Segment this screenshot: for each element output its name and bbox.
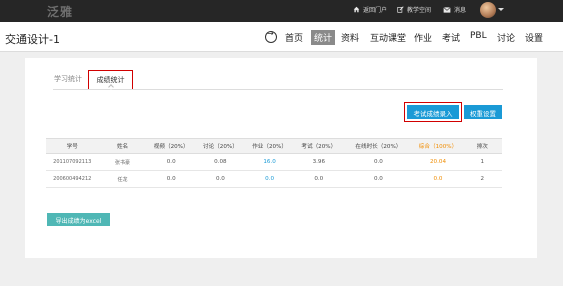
mail-icon	[443, 6, 451, 13]
column-header: 姓名	[98, 138, 147, 154]
video-score: 0.0	[146, 170, 196, 188]
nav-pbl[interactable]: PBL	[470, 31, 487, 41]
column-header: 在线时长（20%）	[343, 138, 414, 154]
online-time-score: 0.0	[343, 170, 414, 188]
total-score: 20.04	[413, 153, 463, 171]
rank: 1	[462, 153, 502, 171]
brand-logo[interactable]: 泛雅	[47, 3, 73, 20]
top-bar: 泛雅 返回门户 教学空间 消息	[0, 0, 563, 22]
column-header: 学号	[46, 138, 99, 154]
table-header-row: 学号 姓名 视频（20%） 讨论（20%） 作业（20%） 考试（20%） 在线…	[46, 138, 502, 154]
nav-resources[interactable]: 资料	[341, 31, 359, 44]
video-score: 0.0	[146, 153, 196, 171]
column-header: 考试（20%）	[294, 138, 344, 154]
rank: 2	[462, 170, 502, 188]
column-header: 讨论（20%）	[195, 138, 245, 154]
course-header: 交通设计-1 首页 统计 资料 互动课堂 作业 考试 PBL 讨论 设置	[0, 22, 563, 52]
course-title: 交通设计-1	[5, 33, 60, 46]
statistics-panel: 学习统计 成绩统计 考试成绩录入 权重设置 学号 姓名 视频（20%） 讨论（2…	[25, 58, 537, 258]
exam-score: 3.96	[294, 153, 344, 171]
export-excel-button[interactable]: 导出成绩为excel	[47, 213, 110, 226]
tab-learning-stats[interactable]: 学习统计	[54, 74, 82, 84]
student-name: 张书豪	[98, 153, 147, 171]
student-id: 200600494212	[46, 170, 99, 188]
nav-statistics[interactable]: 统计	[311, 30, 336, 45]
table-row: 201107092113 张书豪 0.0 0.08 16.0 3.96 0.0 …	[46, 153, 502, 171]
nav-interactive-class[interactable]: 互动课堂	[370, 31, 406, 44]
nav-settings[interactable]: 设置	[525, 31, 543, 44]
total-score: 0.0	[413, 170, 463, 188]
student-id: 201107092113	[46, 153, 99, 171]
score-table: 学号 姓名 视频（20%） 讨论（20%） 作业（20%） 考试（20%） 在线…	[46, 138, 502, 188]
table-row: 200600494212 任龙 0.0 0.0 0.0 0.0 0.0 0.0 …	[46, 170, 502, 188]
nav-home[interactable]: 首页	[285, 31, 303, 44]
online-time-score: 0.0	[343, 153, 414, 171]
homework-score[interactable]: 16.0	[245, 153, 295, 171]
nav-discussion[interactable]: 讨论	[497, 31, 515, 44]
homework-score[interactable]: 0.0	[245, 170, 295, 188]
portal-label: 返回门户	[363, 7, 388, 14]
column-header: 作业（20%）	[245, 138, 295, 154]
messages-link[interactable]: 消息	[443, 5, 466, 14]
discussion-score: 0.08	[195, 153, 245, 171]
home-icon	[353, 6, 360, 13]
avatar[interactable]	[480, 2, 496, 18]
chevron-down-icon[interactable]	[498, 8, 504, 11]
tab-divider	[53, 89, 503, 90]
exam-score-entry-button[interactable]: 考试成绩录入	[407, 105, 459, 119]
exam-score: 0.0	[294, 170, 344, 188]
nav-homework[interactable]: 作业	[414, 31, 432, 44]
column-header: 排次	[462, 138, 502, 154]
portal-link[interactable]: 返回门户	[353, 5, 387, 14]
edit-icon	[397, 6, 404, 13]
teaching-space-label: 教学空间	[407, 7, 432, 14]
column-header: 视频（20%）	[146, 138, 196, 154]
student-name: 任龙	[98, 170, 147, 188]
arrow-right-circle-icon[interactable]	[265, 29, 277, 43]
messages-label: 消息	[454, 7, 467, 14]
weight-settings-button[interactable]: 权重设置	[464, 105, 502, 119]
teaching-space-link[interactable]: 教学空间	[397, 5, 431, 14]
discussion-score: 0.0	[195, 170, 245, 188]
nav-exam[interactable]: 考试	[442, 31, 460, 44]
column-header: 综合（100%）	[413, 138, 463, 154]
